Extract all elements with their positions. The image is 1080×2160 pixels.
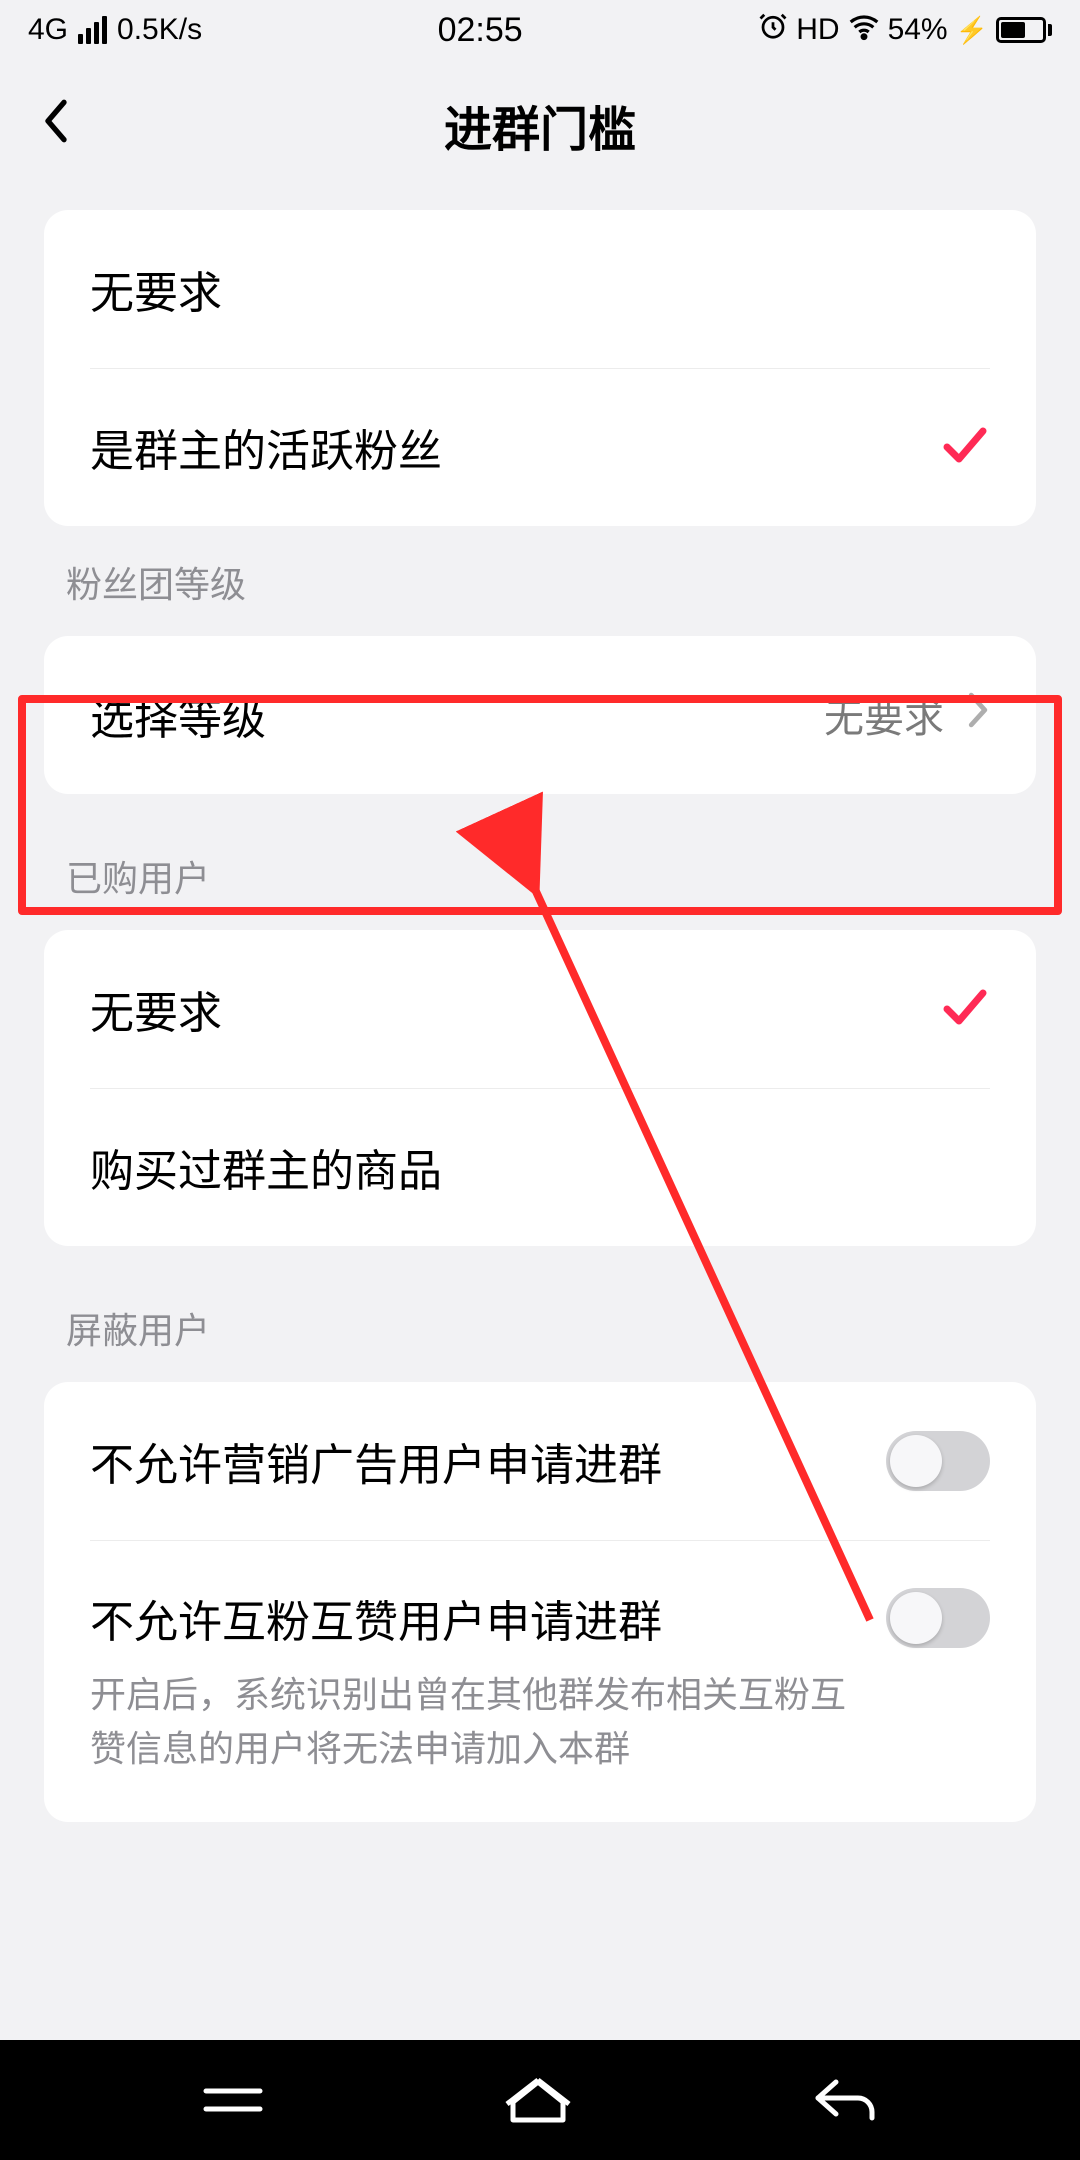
option-label: 购买过群主的商品 [90,1135,442,1199]
option-label: 无要求 [90,257,222,321]
status-time: 02:55 [438,11,523,50]
option-no-requirement[interactable]: 无要求 [44,210,1036,368]
section-fanlevel-title: 粉丝团等级 [44,526,1036,636]
requirement-card: 无要求 是群主的活跃粉丝 [44,210,1036,526]
page-title: 进群门槛 [0,90,1080,160]
fanlevel-card: 选择等级 无要求 [44,636,1036,794]
option-label: 是群主的活跃粉丝 [90,415,442,479]
option-bought-goods[interactable]: 购买过群主的商品 [44,1088,1036,1246]
network-speed: 0.5K/s [117,13,202,47]
row-label: 不允许互粉互赞用户申请进群 [90,1586,662,1650]
toggle-block-ads[interactable]: 不允许营销广告用户申请进群 [44,1382,1036,1540]
option-active-fan[interactable]: 是群主的活跃粉丝 [44,368,1036,526]
section-purchased-title: 已购用户 [44,794,1036,930]
signal-icon [78,16,107,44]
hd-label: HD [796,13,839,47]
battery-percent: 54% [888,13,948,47]
network-type: 4G [28,13,68,47]
row-label: 不允许营销广告用户申请进群 [90,1429,662,1493]
android-back-button[interactable] [808,2074,882,2126]
status-left: 4G 0.5K/s [28,13,202,47]
toggle-switch[interactable] [886,1431,990,1491]
home-button[interactable] [503,2072,573,2128]
charging-icon: ⚡ [956,15,988,46]
row-value: 无要求 [824,686,944,744]
check-icon [940,425,990,470]
option-label: 无要求 [90,977,222,1041]
row-label: 选择等级 [90,683,266,747]
toggle-switch[interactable] [886,1588,990,1648]
nav-header: 进群门槛 [0,60,1080,190]
blocked-card: 不允许营销广告用户申请进群 不允许互粉互赞用户申请进群 开启后，系统识别出曾在其… [44,1382,1036,1822]
select-level-row[interactable]: 选择等级 无要求 [44,636,1036,794]
purchased-card: 无要求 购买过群主的商品 [44,930,1036,1246]
option-purchased-none[interactable]: 无要求 [44,930,1036,1088]
system-nav-bar [0,2040,1080,2160]
chevron-right-icon [966,691,990,739]
toggle-block-mutual[interactable]: 不允许互粉互赞用户申请进群 开启后，系统识别出曾在其他群发布相关互粉互赞信息的用… [44,1540,1036,1822]
alarm-icon [758,11,788,49]
battery-icon [996,17,1052,43]
row-subtext: 开启后，系统识别出曾在其他群发布相关互粉互赞信息的用户将无法申请加入本群 [90,1668,870,1776]
recents-button[interactable] [198,2075,268,2125]
status-right: HD 54% ⚡ [758,10,1052,50]
section-blocked-title: 屏蔽用户 [44,1246,1036,1382]
wifi-icon [848,10,880,50]
status-bar: 4G 0.5K/s 02:55 HD 54% ⚡ [0,0,1080,60]
check-icon [940,987,990,1032]
